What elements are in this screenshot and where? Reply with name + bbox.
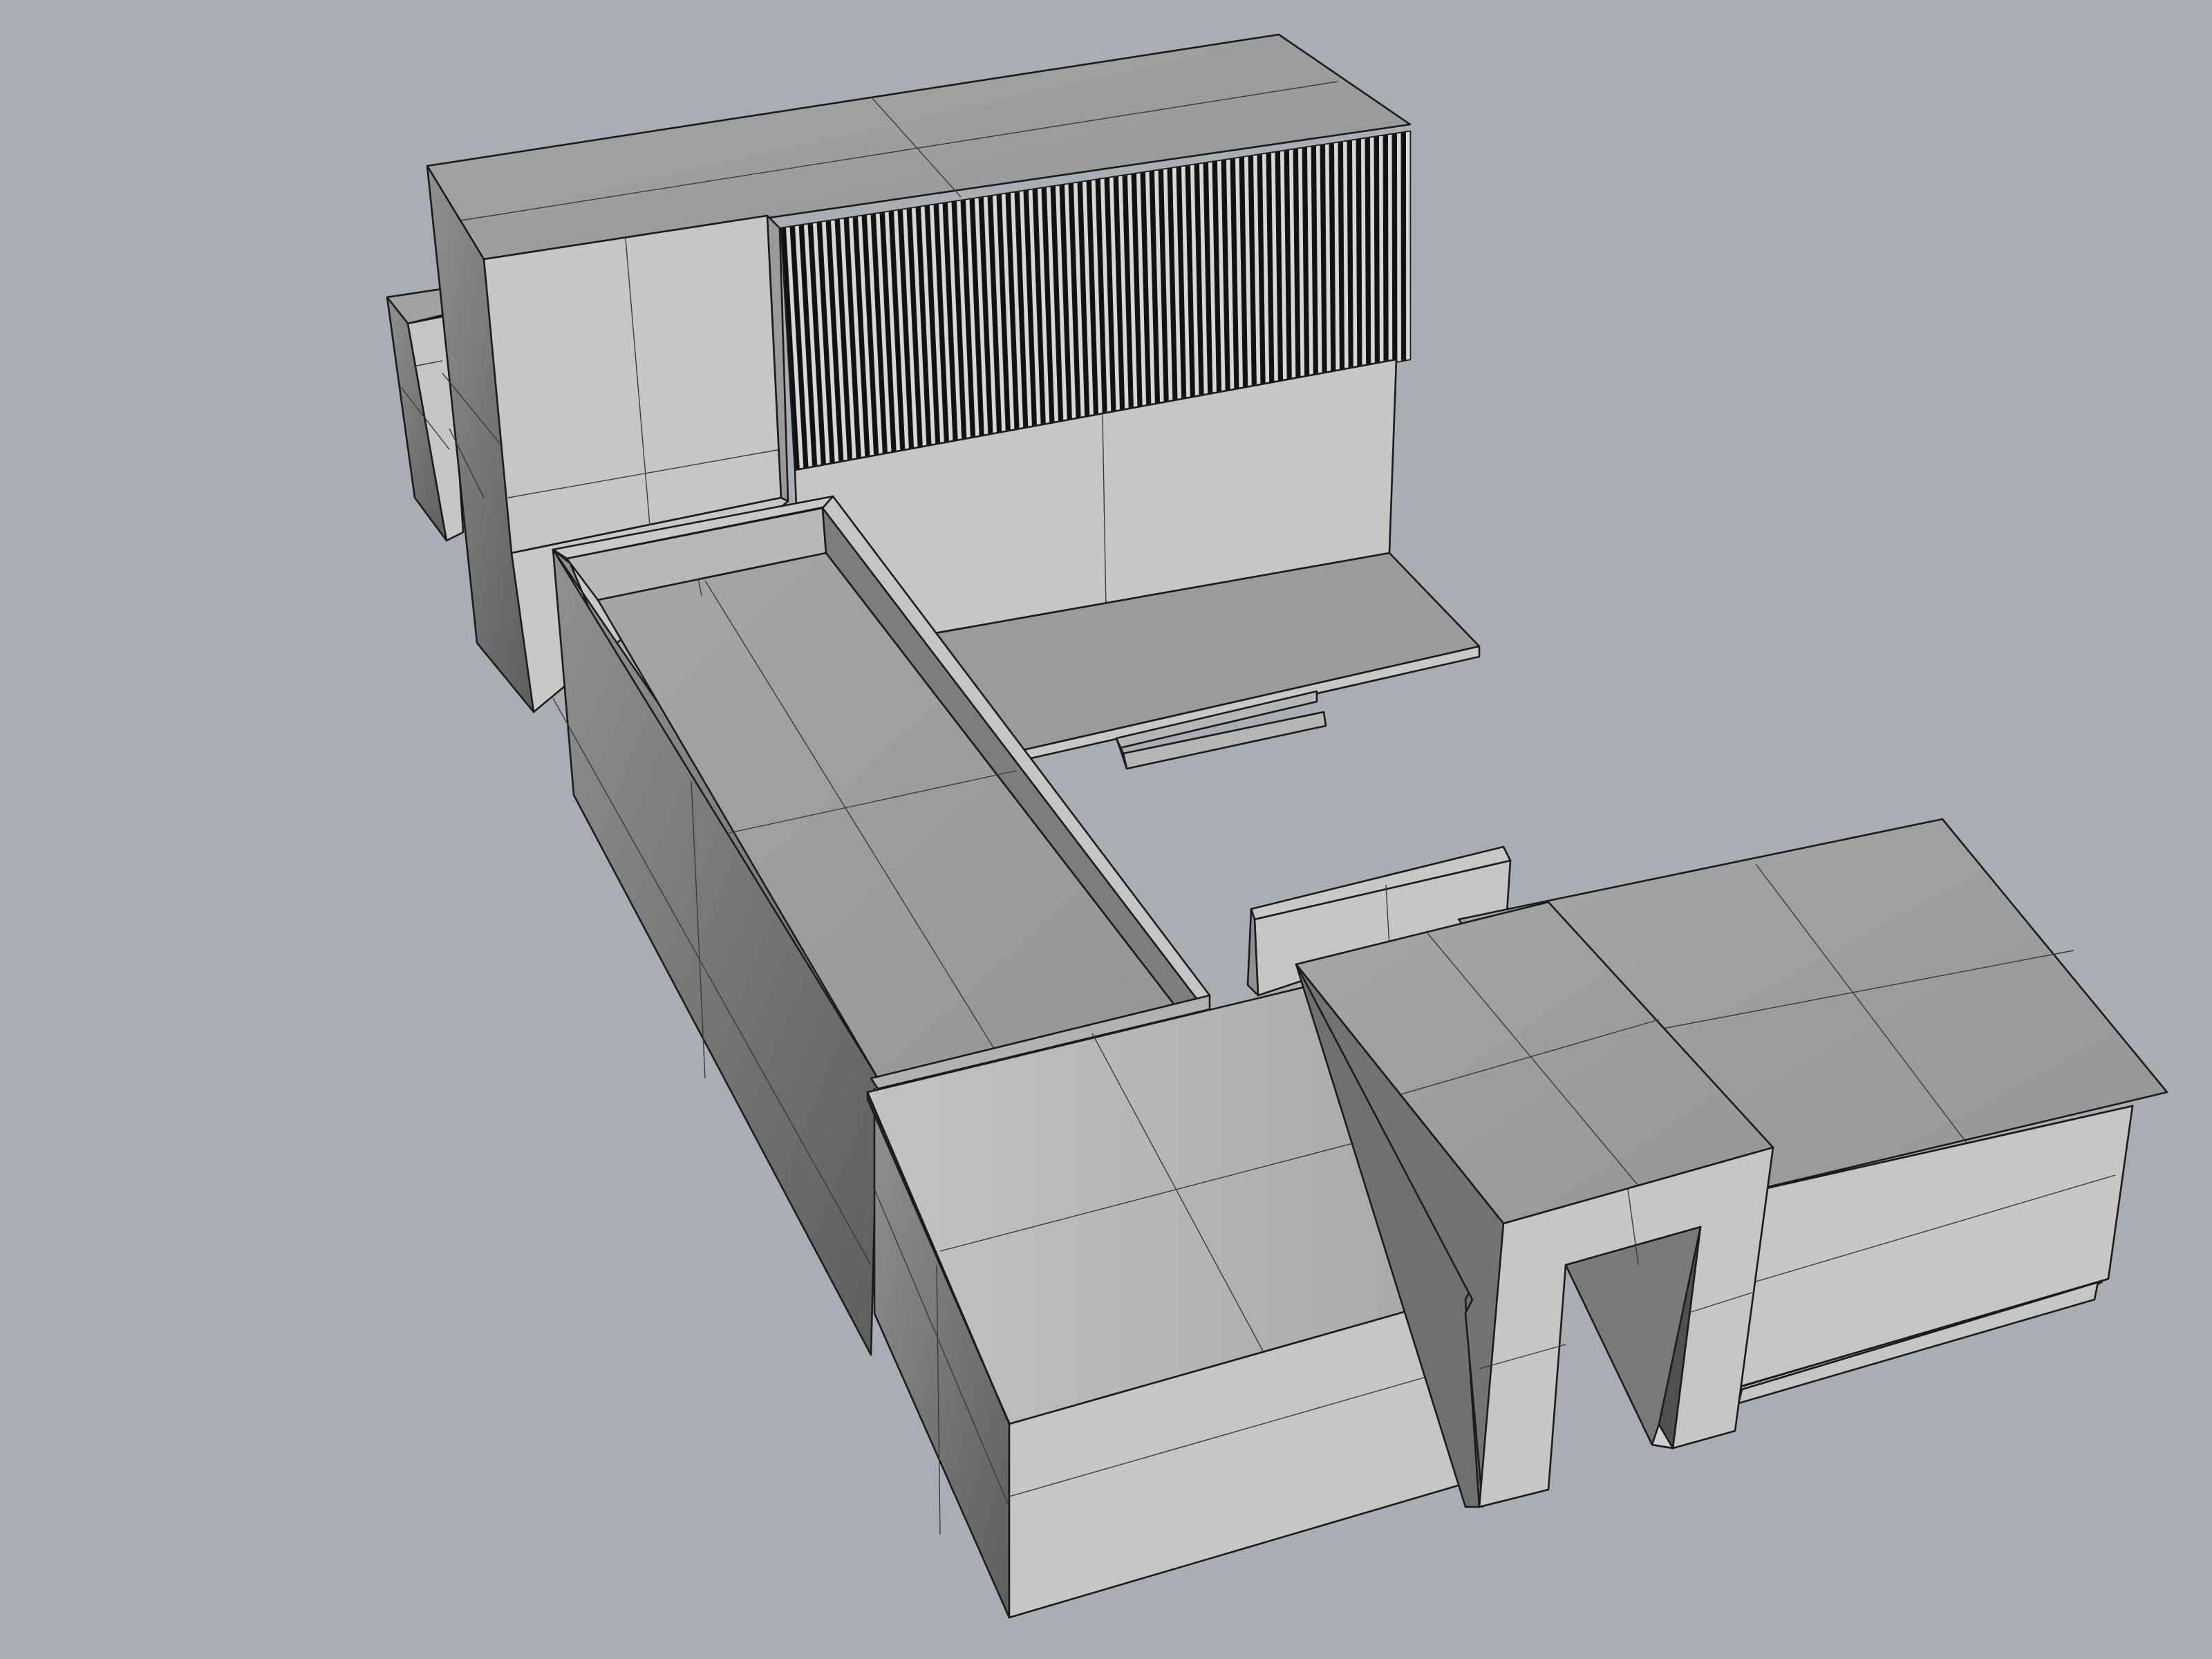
louver-fin (1369, 136, 1376, 367)
louver-fin (1405, 131, 1411, 361)
3d-viewport[interactable] (0, 0, 2212, 1659)
louver-fin (1351, 139, 1358, 371)
model-view (386, 33, 2168, 1619)
louver-fin (1360, 138, 1367, 369)
louver-fin (1396, 132, 1402, 363)
louver-fin (1378, 135, 1385, 366)
louver-fin (1387, 133, 1394, 364)
